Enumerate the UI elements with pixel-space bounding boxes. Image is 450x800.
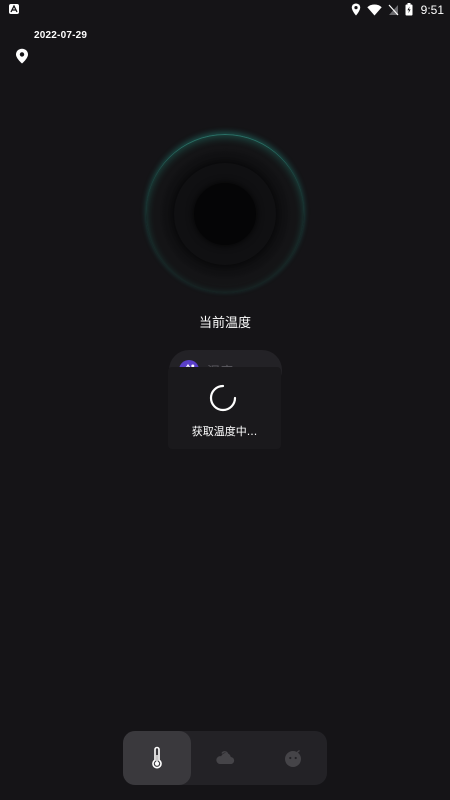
- gauge-center: [194, 183, 256, 245]
- loading-dialog: 获取温度中...: [168, 367, 281, 449]
- loading-text: 获取温度中...: [191, 425, 258, 438]
- status-time: 9:51: [420, 3, 444, 17]
- current-temperature-label: 当前温度: [198, 316, 251, 331]
- nav-item-weather[interactable]: [191, 731, 259, 785]
- location-pin-icon[interactable]: [15, 48, 29, 64]
- battery-charging-icon: [405, 1, 413, 20]
- loading-spinner-icon: [209, 384, 237, 412]
- thermometer-icon: [152, 746, 162, 769]
- no-sim-icon: [388, 1, 399, 20]
- a-icon: [9, 4, 19, 14]
- nav-item-temperature[interactable]: [123, 731, 191, 785]
- temperature-gauge: [146, 134, 304, 293]
- status-bar: 9:51: [0, 0, 450, 20]
- date-label: 2022-07-29: [34, 30, 88, 41]
- bottom-nav: [123, 731, 327, 785]
- location-icon: [351, 1, 361, 20]
- face-icon: [285, 749, 301, 767]
- status-icons: 9:51: [351, 2, 444, 18]
- cloud-icon: [216, 751, 235, 765]
- wifi-icon: [366, 1, 382, 20]
- nav-item-mood[interactable]: [259, 731, 327, 785]
- app-screen: 9:51 2022-07-29 当前温度 湿度 获取温度中...: [0, 0, 450, 800]
